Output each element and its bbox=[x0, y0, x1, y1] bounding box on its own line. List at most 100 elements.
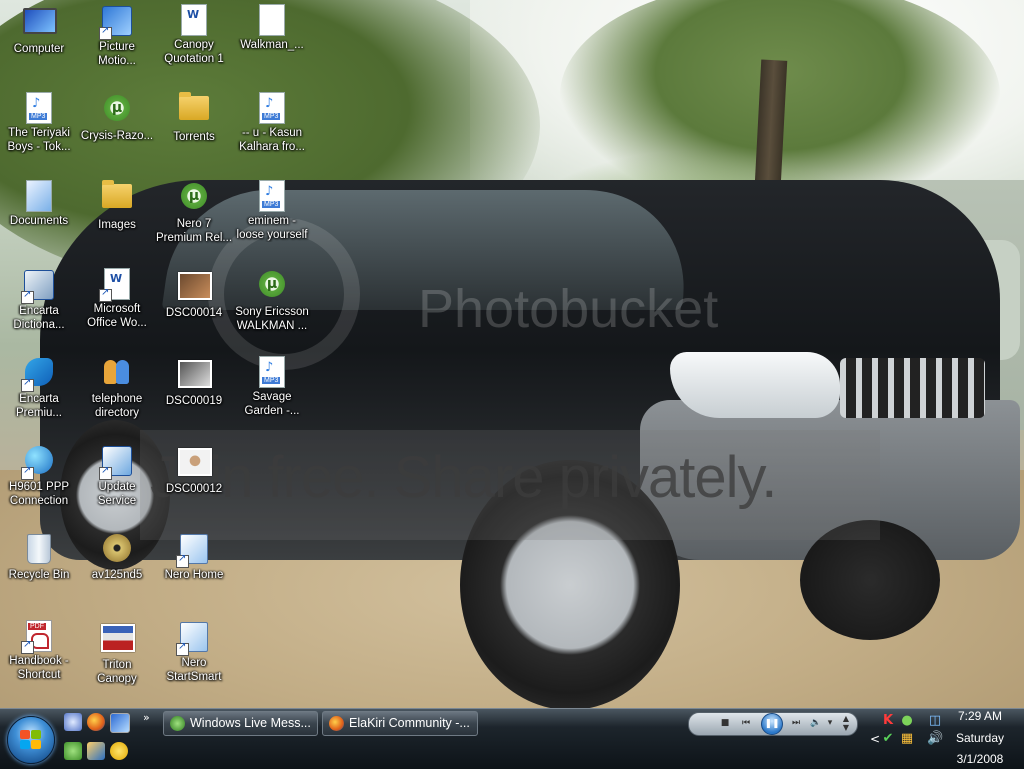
quick-launch-messenger-icon[interactable] bbox=[64, 713, 82, 731]
desktop-icon-label: DSC00014 bbox=[165, 307, 223, 319]
network-connection-icon bbox=[21, 446, 55, 480]
desktop-icon-nero-7-premium[interactable]: μ Nero 7 Premium Rel... bbox=[155, 180, 233, 245]
utorrent-file-icon: μ bbox=[178, 183, 210, 215]
desktop-icon-label: Nero 7 Premium Rel... bbox=[155, 218, 233, 244]
taskbar-button-label: ElaKiri Community -... bbox=[349, 716, 470, 730]
desktop-icon-telephone-directory[interactable]: telephone directory bbox=[78, 356, 156, 420]
desktop-icon-kasun-kalhara[interactable]: ♪ MP3 -- u - Kasun Kalhara fro... bbox=[233, 92, 311, 154]
desktop-icon-label: telephone directory bbox=[91, 393, 143, 419]
messenger-status-icon[interactable]: ● bbox=[899, 713, 915, 729]
documents-folder-icon bbox=[23, 180, 55, 212]
media-menu-dropdown-icon[interactable]: ▾ bbox=[825, 716, 835, 730]
clock-date[interactable]: 3/1/2008 bbox=[950, 752, 1010, 766]
desktop-icon-recycle-bin[interactable]: Recycle Bin bbox=[0, 532, 78, 582]
desktop-icon-savage-garden[interactable]: ♪ MP3 Savage Garden -... bbox=[233, 356, 311, 418]
speaker-volume-icon[interactable]: 🔊 bbox=[927, 731, 943, 747]
next-track-icon[interactable]: ⏭ bbox=[787, 716, 805, 730]
previous-track-icon[interactable]: ⏮ bbox=[737, 716, 755, 730]
clock-time[interactable]: 7:29 AM bbox=[950, 709, 1010, 723]
encarta-icon bbox=[21, 358, 55, 392]
security-check-icon[interactable]: ✔ bbox=[880, 731, 896, 747]
desktop-icon-encarta-premium[interactable]: Encarta Premiu... bbox=[0, 356, 78, 420]
mp3-file-icon: ♪ MP3 bbox=[23, 92, 55, 124]
media-restore-icon[interactable]: ▲ ▼ bbox=[841, 714, 851, 732]
desktop-icon-teriyaki-boys[interactable]: ♪ MP3 The Teriyaki Boys - Tok... bbox=[0, 92, 78, 154]
quick-launch-smiley-icon[interactable] bbox=[110, 742, 128, 760]
stop-icon[interactable]: ■ bbox=[719, 716, 731, 730]
desktop-icon-label: Images bbox=[98, 219, 136, 231]
desktop-icon-computer[interactable]: Computer bbox=[0, 4, 78, 56]
mp3-file-icon: ♪ MP3 bbox=[256, 92, 288, 124]
desktop-icon-sony-ericsson-walkman[interactable]: μ Sony Ericsson WALKMAN ... bbox=[233, 268, 311, 333]
desktop-icon-label: Canopy Quotation 1 bbox=[164, 39, 224, 65]
taskbar-button-firefox-elakiri[interactable]: ElaKiri Community -... bbox=[322, 711, 478, 736]
image-file-icon bbox=[178, 360, 212, 392]
desktop-icon-eminem[interactable]: ♪ MP3 eminem - loose yourself bbox=[233, 180, 311, 242]
desktop-icon-label: Computer bbox=[13, 43, 65, 55]
quick-launch-media-player-icon[interactable] bbox=[87, 742, 105, 760]
desktop-icon-label: Triton Canopy bbox=[97, 659, 137, 685]
desktop-icon-label: Handbook - Shortcut bbox=[9, 655, 69, 681]
quick-launch-contacts-icon[interactable] bbox=[64, 742, 82, 760]
firefox-icon bbox=[329, 716, 344, 731]
kaspersky-antivirus-icon[interactable]: K bbox=[880, 713, 896, 729]
desktop-icon-dsc00019[interactable]: DSC00019 bbox=[155, 356, 233, 408]
disc-image-icon bbox=[101, 534, 133, 566]
desktop-icon-label: DSC00019 bbox=[165, 395, 223, 407]
quick-launch-firefox-icon[interactable] bbox=[87, 713, 105, 731]
update-service-icon bbox=[99, 446, 133, 480]
nero-app-icon bbox=[176, 534, 210, 568]
desktop-icon-handbook-shortcut[interactable]: Handbook - Shortcut bbox=[0, 620, 78, 682]
start-button[interactable] bbox=[7, 716, 55, 764]
volume-icon[interactable]: 🔈 bbox=[809, 716, 823, 730]
desktop-icon-images[interactable]: Images bbox=[78, 180, 156, 232]
desktop-icon-label: Nero Home bbox=[164, 569, 224, 581]
desktop-icon-av125nd5[interactable]: av125nd5 bbox=[78, 532, 156, 582]
desktop-icon-label: Savage Garden -... bbox=[244, 391, 300, 417]
quick-launch-overflow-chevron[interactable]: » bbox=[143, 711, 150, 724]
contacts-people-icon bbox=[101, 358, 133, 390]
taskbar-button-windows-live-messenger[interactable]: Windows Live Mess... bbox=[163, 711, 318, 736]
desktop-icon-label: Microsoft Office Wo... bbox=[87, 303, 147, 329]
desktop-icon-picture-motion[interactable]: Picture Motio... bbox=[78, 4, 156, 68]
update-shield-icon[interactable]: ▦ bbox=[899, 731, 915, 747]
media-player-toolbar: ■ ⏮ ❚❚ ⏭ 🔈 ▾ ▲ ▼ bbox=[688, 712, 858, 736]
desktop-icon-nero-startsmart[interactable]: Nero StartSmart bbox=[155, 620, 233, 684]
wallpaper-car-grille bbox=[840, 358, 985, 418]
desktop-icon-label: Update Service bbox=[97, 481, 137, 507]
clock-day[interactable]: Saturday bbox=[950, 731, 1010, 745]
desktop-icon-walkman-file[interactable]: Walkman_... bbox=[233, 4, 311, 52]
mp3-file-icon: ♪ MP3 bbox=[256, 180, 288, 212]
recycle-bin-icon bbox=[23, 534, 55, 566]
desktop-icon-torrents[interactable]: Torrents bbox=[155, 92, 233, 144]
desktop-icon-dsc00012[interactable]: DSC00012 bbox=[155, 444, 233, 496]
blank-file-icon bbox=[256, 4, 288, 36]
desktop-icon-label: eminem - loose yourself bbox=[236, 215, 308, 241]
desktop-icon-update-service[interactable]: Update Service bbox=[78, 444, 156, 508]
desktop-icon-label: Picture Motio... bbox=[98, 41, 136, 67]
desktop-icon-crysis-torrent[interactable]: μ Crysis-Razo... bbox=[78, 92, 156, 143]
utorrent-file-icon: μ bbox=[101, 95, 133, 127]
desktop-icon-documents[interactable]: Documents bbox=[0, 180, 78, 228]
pause-button-icon[interactable]: ❚❚ bbox=[761, 713, 783, 735]
folder-icon bbox=[178, 92, 210, 128]
quick-launch-show-desktop-icon[interactable] bbox=[110, 713, 130, 733]
desktop-icon-nero-home[interactable]: Nero Home bbox=[155, 532, 233, 582]
desktop-icon-label: Crysis-Razo... bbox=[80, 130, 154, 142]
desktop-icon-label: H9601 PPP Connection bbox=[8, 481, 70, 507]
desktop-icon-label: Recycle Bin bbox=[8, 569, 70, 581]
desktop-icon-office-word[interactable]: W Microsoft Office Wo... bbox=[78, 268, 156, 330]
desktop-icon-ppp-connection[interactable]: H9601 PPP Connection bbox=[0, 444, 78, 508]
wallpaper-car-headlight bbox=[670, 352, 840, 418]
network-status-icon[interactable]: ◫ bbox=[927, 713, 943, 729]
desktop-icon-label: -- u - Kasun Kalhara fro... bbox=[239, 127, 305, 153]
watermark-logo: Photobucket bbox=[418, 279, 719, 339]
desktop-icon-label: Encarta Premiu... bbox=[15, 393, 62, 419]
taskbar-button-label: Windows Live Mess... bbox=[190, 716, 311, 730]
desktop-icon-dsc00014[interactable]: DSC00014 bbox=[155, 268, 233, 320]
desktop-icon-label: Documents bbox=[9, 215, 69, 227]
desktop-icon-canopy-quotation[interactable]: W Canopy Quotation 1 bbox=[155, 4, 233, 66]
desktop-icon-label: Encarta Dictiona... bbox=[13, 305, 65, 331]
desktop-icon-triton-canopy[interactable]: Triton Canopy bbox=[78, 620, 156, 686]
desktop-icon-encarta-dictionary[interactable]: Encarta Dictiona... bbox=[0, 268, 78, 332]
